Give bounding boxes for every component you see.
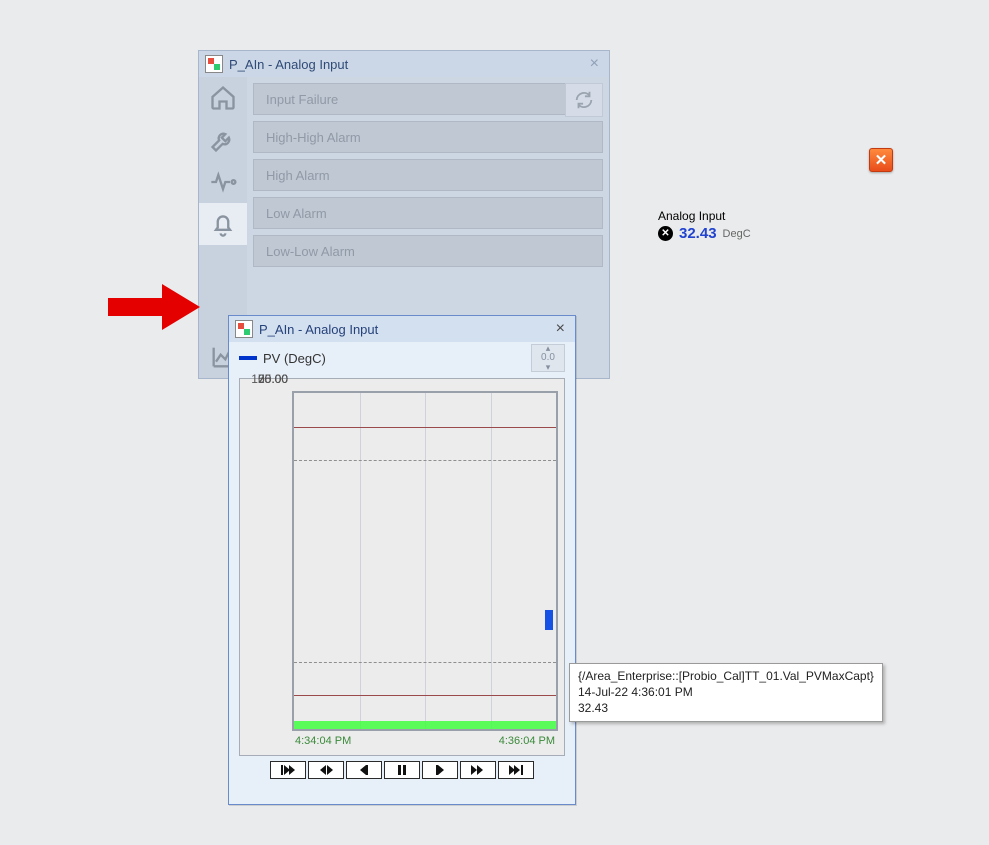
grid-line (360, 393, 361, 729)
pen-swatch (239, 356, 257, 360)
status-bad-icon (658, 226, 673, 241)
skip-end-button[interactable] (498, 761, 534, 779)
nav-home-button[interactable] (199, 77, 247, 119)
app-icon (235, 320, 253, 338)
skip-start-button[interactable] (270, 761, 306, 779)
step-forward-button[interactable] (422, 761, 458, 779)
refresh-icon (573, 89, 595, 111)
refresh-button[interactable] (565, 83, 603, 117)
x-tick-start: 4:34:04 PM (295, 735, 351, 747)
alarm-label: High-High Alarm (266, 130, 361, 145)
y-tick-label: 0.00 (246, 372, 288, 386)
fast-forward-icon (471, 765, 485, 775)
ai-unit: DegC (723, 228, 751, 240)
app-icon (205, 55, 223, 73)
chevron-down-icon: ▾ (546, 363, 551, 372)
rewind-button[interactable] (308, 761, 344, 779)
rewind-icon (319, 765, 333, 775)
tooltip-tag: {/Area_Enterprise::[Probio_Cal]TT_01.Val… (578, 668, 874, 684)
step-back-button[interactable] (346, 761, 382, 779)
alarm-row[interactable]: Low Alarm (253, 197, 603, 229)
trend-title: P_AIn - Analog Input (259, 322, 378, 337)
alarm-row[interactable]: High-High Alarm (253, 121, 603, 153)
error-close-button[interactable]: ✕ (869, 148, 893, 172)
trend-titlebar[interactable]: P_AIn - Analog Input × (229, 316, 575, 342)
alarm-label: High Alarm (266, 168, 330, 183)
tooltip-value: 32.43 (578, 700, 874, 716)
ai-label: Analog Input (658, 209, 751, 223)
home-icon (209, 84, 237, 112)
threshold-hihi (294, 427, 556, 428)
threshold-lolo (294, 695, 556, 696)
pause-button[interactable] (384, 761, 420, 779)
fast-forward-button[interactable] (460, 761, 496, 779)
pv-marker (545, 610, 553, 630)
pen-label: PV (DegC) (263, 351, 326, 366)
x-tick-end: 4:36:04 PM (499, 735, 555, 747)
trend-playback-controls (239, 760, 565, 780)
skip-end-icon (509, 765, 523, 775)
trend-window: P_AIn - Analog Input × PV (DegC) ▴ 0.0 ▾… (228, 315, 576, 805)
threshold-hi (294, 460, 556, 461)
trend-toolbar: PV (DegC) ▴ 0.0 ▾ (229, 342, 575, 374)
nav-maintenance-button[interactable] (199, 119, 247, 161)
bell-icon (209, 210, 237, 238)
pulse-icon (209, 168, 237, 196)
trend-tooltip: {/Area_Enterprise::[Probio_Cal]TT_01.Val… (569, 663, 883, 722)
plot-area (292, 391, 558, 731)
alarm-row[interactable]: Input Failure (253, 83, 603, 115)
threshold-lo (294, 662, 556, 663)
close-icon[interactable]: × (586, 55, 603, 73)
ai-value: 32.43 (679, 225, 717, 242)
faceplate-title: P_AIn - Analog Input (229, 57, 348, 72)
alarm-label: Low Alarm (266, 206, 327, 221)
good-band (294, 721, 556, 729)
analog-input-widget[interactable]: Analog Input 32.43 DegC (658, 209, 751, 242)
tooltip-timestamp: 14-Jul-22 4:36:01 PM (578, 684, 874, 700)
alarm-row[interactable]: High Alarm (253, 159, 603, 191)
autoscale-button[interactable]: ▴ 0.0 ▾ (531, 344, 565, 372)
skip-start-icon (281, 765, 295, 775)
nav-alarm-button[interactable] (199, 203, 247, 245)
step-back-icon (357, 765, 371, 775)
alarm-label: Input Failure (266, 92, 338, 107)
grid-line (491, 393, 492, 729)
wrench-icon (209, 126, 237, 154)
faceplate-titlebar[interactable]: P_AIn - Analog Input × (199, 51, 609, 77)
close-icon[interactable]: × (552, 320, 569, 338)
alarm-row[interactable]: Low-Low Alarm (253, 235, 603, 267)
step-forward-icon (433, 765, 447, 775)
close-icon: ✕ (875, 151, 888, 169)
pause-icon (395, 765, 409, 775)
alarm-label: Low-Low Alarm (266, 244, 355, 259)
pointer-arrow-icon (108, 284, 200, 333)
grid-line (425, 393, 426, 729)
nav-diagnostics-button[interactable] (199, 161, 247, 203)
trend-chart[interactable]: 100.00 75.00 50.00 25.00 0.00 4:34:04 PM… (239, 378, 565, 756)
